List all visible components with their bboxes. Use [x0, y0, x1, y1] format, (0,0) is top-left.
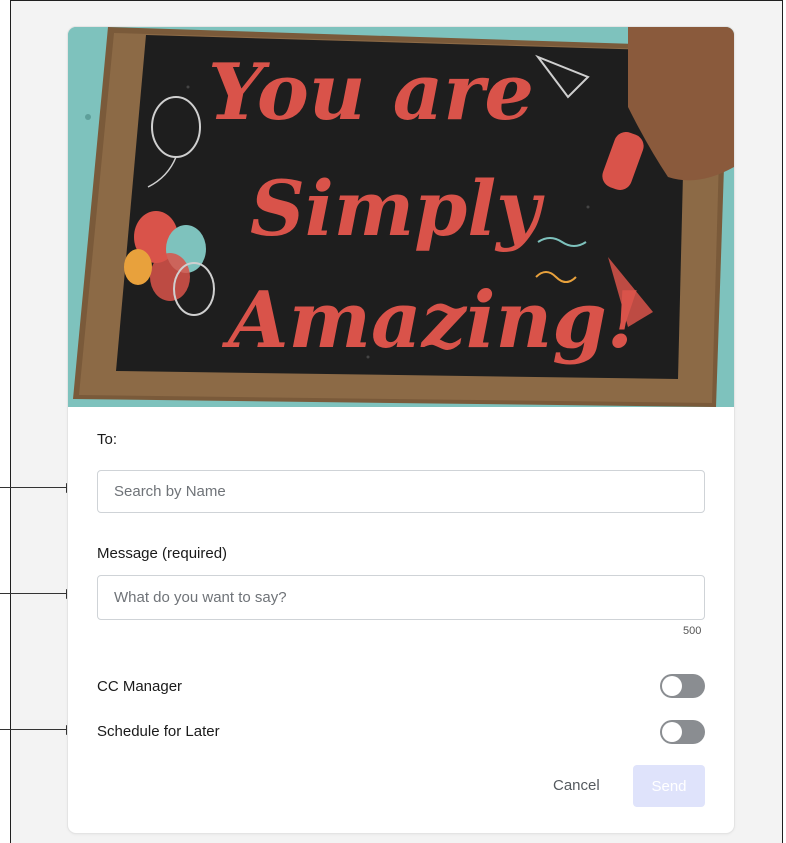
schedule-later-toggle[interactable]: [660, 720, 705, 744]
cancel-button[interactable]: Cancel: [553, 777, 600, 794]
character-limit-counter: 500: [683, 625, 702, 637]
recipient-search-input[interactable]: [97, 470, 705, 513]
cc-manager-toggle[interactable]: [660, 674, 705, 698]
schedule-later-label: Schedule for Later: [97, 723, 220, 740]
cc-manager-label: CC Manager: [97, 678, 183, 695]
toggle-knob: [662, 722, 682, 742]
to-label: To:: [97, 431, 118, 448]
send-button[interactable]: Send: [633, 765, 705, 807]
hero-text-line-1: You are: [208, 47, 534, 138]
hero-text-line-2: Simply: [250, 164, 545, 253]
hero-image: You are Simply Amazing!: [68, 27, 734, 407]
message-input[interactable]: [97, 575, 705, 620]
toggle-knob: [662, 676, 682, 696]
chalkboard-illustration: You are Simply Amazing!: [68, 27, 734, 407]
message-label: Message (required): [97, 545, 228, 562]
hero-text-line-3: Amazing!: [221, 275, 641, 366]
send-card-dialog: You are Simply Amazing! To: Message (req…: [68, 27, 734, 833]
